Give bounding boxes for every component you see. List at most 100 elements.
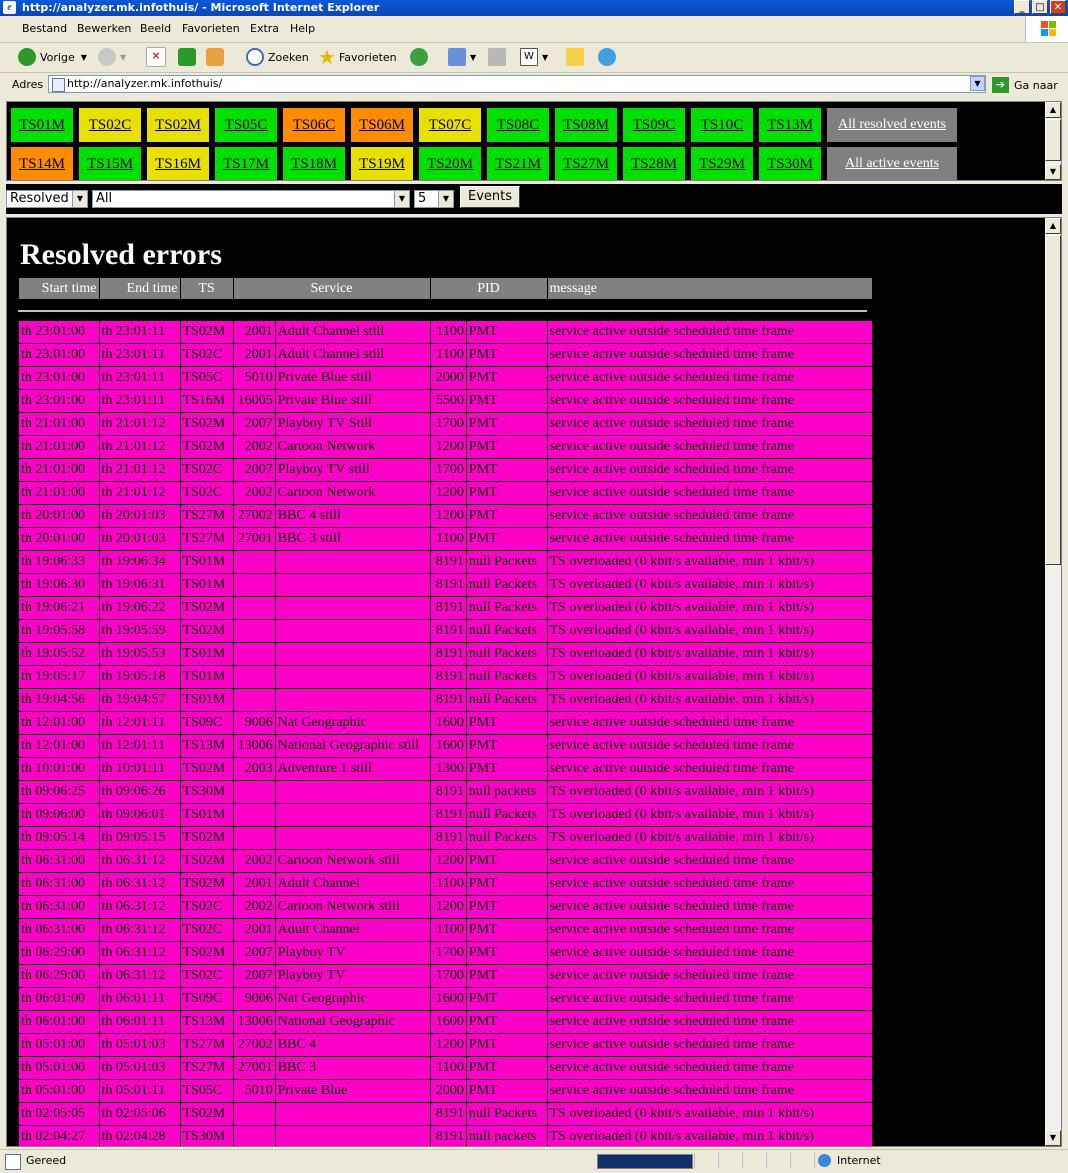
col-service: Service xyxy=(233,278,431,299)
ts-button-ts08m[interactable]: TS08M xyxy=(555,108,617,142)
ts-button-ts28m[interactable]: TS28M xyxy=(623,147,685,180)
cell-start-time: th 12:01:00 xyxy=(18,734,100,758)
ts-button-ts17m[interactable]: TS17M xyxy=(215,147,277,180)
close-button[interactable]: ✕ xyxy=(1050,0,1066,14)
scroll-down-button[interactable]: ▼ xyxy=(1045,1130,1061,1146)
ts-button-ts15m[interactable]: TS15M xyxy=(79,147,141,180)
ts-button-ts07c[interactable]: TS07C xyxy=(419,108,481,142)
ts-button-ts02m[interactable]: TS02M xyxy=(147,108,209,142)
ts-button-ts06c[interactable]: TS06C xyxy=(283,108,345,142)
scroll-thumb[interactable] xyxy=(1045,235,1061,565)
cell-message: TS overloaded (0 kbit/s available, min 1… xyxy=(546,550,873,574)
ts-frame-scrollbar[interactable]: ▲ ▼ xyxy=(1045,102,1061,180)
cell-pid-type: null Packets xyxy=(465,642,548,666)
cell-message: service active outside scheduled time fr… xyxy=(546,918,873,942)
maximize-button[interactable]: □ xyxy=(1032,0,1048,14)
cell-message: TS overloaded (0 kbit/s available, min 1… xyxy=(546,573,873,597)
ts-button-ts06m[interactable]: TS06M xyxy=(351,108,413,142)
count-select[interactable]: 5 ▼ xyxy=(414,190,454,208)
stop-button[interactable]: × xyxy=(146,47,170,67)
all-active-events-link[interactable]: All active events xyxy=(827,147,957,180)
search-button[interactable]: Zoeken xyxy=(246,47,309,67)
events-scrollbar[interactable]: ▲ ▼ xyxy=(1045,218,1061,1146)
cell-ts: TS02C xyxy=(179,458,234,482)
ts-button-ts16m[interactable]: TS16M xyxy=(147,147,209,180)
ts-button-ts02c[interactable]: TS02C xyxy=(79,108,141,142)
back-button[interactable]: Vorige ▼ xyxy=(18,47,87,67)
ts-button-ts20m[interactable]: TS20M xyxy=(419,147,481,180)
table-row: th 09:06:25 th 09:06:26 TS30M 8191 null pack… xyxy=(18,780,873,804)
cell-pid-type: PMT xyxy=(465,435,548,459)
ts-button-ts01m[interactable]: TS01M xyxy=(11,108,73,142)
cell-ts: TS30M xyxy=(179,1125,234,1146)
cell-pid-type: PMT xyxy=(465,757,548,781)
address-input[interactable]: http://analyzer.mk.infothuis/ xyxy=(48,75,986,93)
ts-button-ts19m[interactable]: TS19M xyxy=(351,147,413,180)
ts-button-ts10c[interactable]: TS10C xyxy=(691,108,753,142)
cell-start-time: th 21:01:00 xyxy=(18,481,100,505)
messenger-button[interactable] xyxy=(598,47,620,67)
home-button[interactable] xyxy=(206,47,228,67)
ts-button-ts14m[interactable]: TS14M xyxy=(11,147,73,180)
cell-end-time: th 09:05:15 xyxy=(98,826,181,850)
cell-service-id: 2001 xyxy=(232,918,276,942)
refresh-button[interactable] xyxy=(178,47,200,67)
minimize-button[interactable]: _ xyxy=(1014,0,1030,14)
ts-button-ts08c[interactable]: TS08C xyxy=(487,108,549,142)
cell-pid: 1600 xyxy=(429,1010,467,1034)
cell-message: service active outside scheduled time fr… xyxy=(546,412,873,436)
ts-button-ts05c[interactable]: TS05C xyxy=(215,108,277,142)
menu-help[interactable]: Help xyxy=(290,22,315,35)
menu-beeld[interactable]: Beeld xyxy=(140,22,171,35)
cell-service-name xyxy=(274,573,431,597)
scroll-up-button[interactable]: ▲ xyxy=(1045,102,1061,118)
menu-bestand[interactable]: Bestand xyxy=(22,22,67,35)
cell-start-time: th 06:01:00 xyxy=(18,1010,100,1034)
menu-favorieten[interactable]: Favorieten xyxy=(182,22,240,35)
cell-pid-type: PMT xyxy=(465,1056,548,1080)
edit-button[interactable]: W ▼ xyxy=(520,47,548,67)
go-button[interactable]: ➔ Ga naar xyxy=(992,77,1058,93)
cell-service-id: 13006 xyxy=(232,1010,276,1034)
scroll-up-button[interactable]: ▲ xyxy=(1045,218,1061,234)
cell-message: service active outside scheduled time fr… xyxy=(546,987,873,1011)
cell-end-time: th 12:01:11 xyxy=(98,711,181,735)
scroll-thumb[interactable] xyxy=(1045,119,1061,161)
ts-button-ts27m[interactable]: TS27M xyxy=(555,147,617,180)
table-row: th 09:05:14 th 09:05:15 TS02M 8191 null Pack… xyxy=(18,826,873,850)
ts-button-ts13m[interactable]: TS13M xyxy=(759,108,821,142)
col-pid: PID xyxy=(430,278,548,299)
ts-select[interactable]: All ▼ xyxy=(92,190,410,208)
all-resolved-events-link[interactable]: All resolved events xyxy=(827,108,957,142)
ts-button-ts29m[interactable]: TS29M xyxy=(691,147,753,180)
cell-message: TS overloaded (0 kbit/s available, min 1… xyxy=(546,826,873,850)
forward-button[interactable]: ▼ xyxy=(98,47,126,67)
ts-button-ts21m[interactable]: TS21M xyxy=(487,147,549,180)
cell-pid: 1100 xyxy=(429,343,467,367)
ts-button-ts30m[interactable]: TS30M xyxy=(759,147,821,180)
status-select[interactable]: Resolved ▼ xyxy=(6,190,88,208)
cell-end-time: th 05:01:11 xyxy=(98,1079,181,1103)
table-row: th 21:01:00 th 21:01:12 TS02M 2002 Cartoon N… xyxy=(18,435,873,459)
favorites-button[interactable]: ★ Favorieten xyxy=(318,45,397,69)
discuss-button[interactable] xyxy=(566,47,588,67)
table-row: th 23:01:00 th 23:01:11 TS02C 2001 Adult Cha… xyxy=(18,343,873,367)
history-button[interactable] xyxy=(410,47,432,67)
ts-button-ts18m[interactable]: TS18M xyxy=(283,147,345,180)
table-row: th 02:04:27 th 02:04:28 TS30M 8191 null pack… xyxy=(18,1125,873,1146)
mail-button[interactable]: ▼ xyxy=(448,47,476,67)
menu-extra[interactable]: Extra xyxy=(250,22,279,35)
cell-end-time: th 19:04:57 xyxy=(98,688,181,712)
cell-message: TS overloaded (0 kbit/s available, min 1… xyxy=(546,803,873,827)
cell-service-id: 2007 xyxy=(232,964,276,988)
scroll-down-button[interactable]: ▼ xyxy=(1045,164,1061,180)
cell-service-name xyxy=(274,826,431,850)
print-button[interactable] xyxy=(488,47,510,67)
events-button[interactable]: Events xyxy=(460,186,520,208)
cell-service-id: 2007 xyxy=(232,458,276,482)
progress-bar xyxy=(597,1154,693,1169)
ts-button-ts09c[interactable]: TS09C xyxy=(623,108,685,142)
address-dropdown-button[interactable]: ▼ xyxy=(970,76,985,91)
menu-bewerken[interactable]: Bewerken xyxy=(77,22,131,35)
cell-end-time: th 06:31:12 xyxy=(98,964,181,988)
